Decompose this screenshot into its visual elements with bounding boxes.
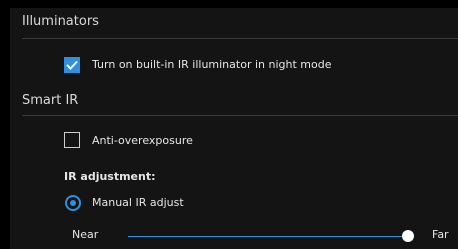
smart-ir-section-title: Smart IR (22, 93, 79, 108)
slider-min-label: Near (72, 228, 99, 241)
illuminators-section-title: Illuminators (22, 14, 99, 29)
ir-adjustment-label: IR adjustment: (64, 170, 156, 183)
manual-ir-radio[interactable] (65, 195, 81, 211)
manual-ir-label: Manual IR adjust (92, 196, 184, 209)
settings-panel: Illuminators Turn on built-in IR illumin… (10, 8, 458, 249)
slider-max-label: Far (432, 228, 449, 241)
ir-distance-slider-thumb[interactable] (402, 230, 414, 242)
anti-overexposure-label: Anti-overexposure (92, 134, 193, 147)
smart-ir-divider (22, 115, 458, 116)
night-ir-label: Turn on built-in IR illuminator in night… (92, 58, 332, 71)
ir-distance-slider-track[interactable] (128, 236, 408, 237)
checkmark-icon (66, 60, 78, 70)
illuminators-divider (22, 38, 458, 39)
night-ir-checkbox[interactable] (64, 57, 80, 73)
anti-overexposure-checkbox[interactable] (64, 132, 80, 148)
